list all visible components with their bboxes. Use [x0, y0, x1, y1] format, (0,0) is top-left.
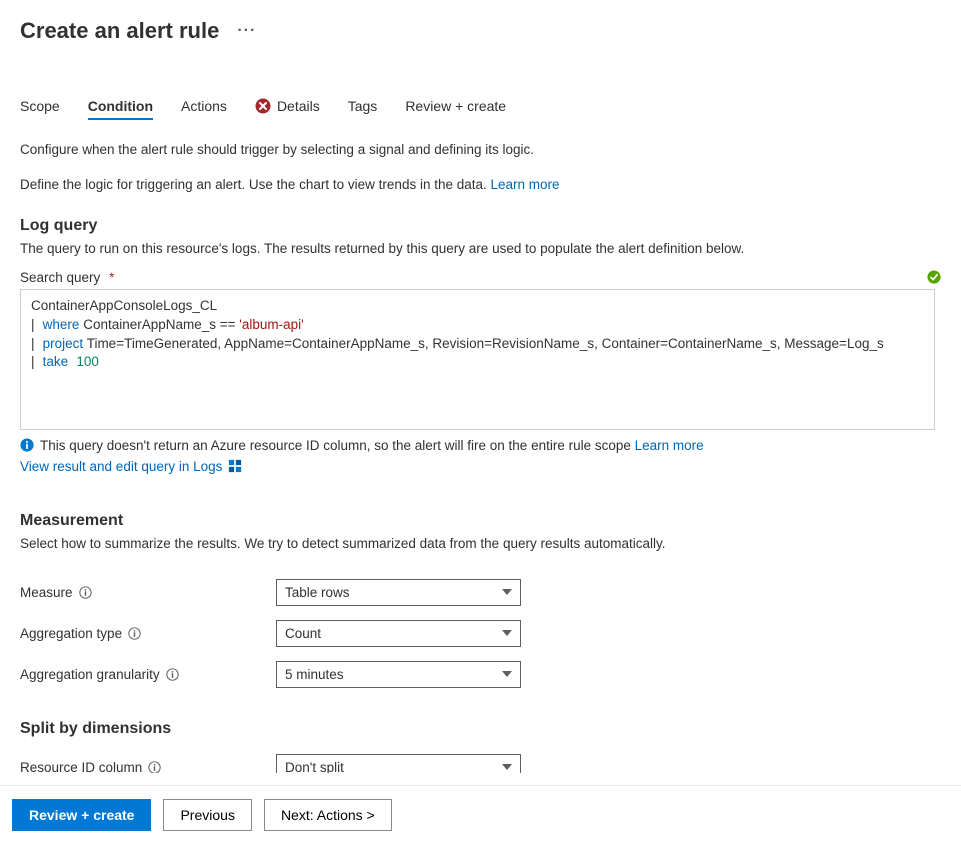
tab-actions[interactable]: Actions [181, 98, 227, 119]
info-icon[interactable] [148, 761, 161, 774]
tab-condition[interactable]: Condition [88, 98, 153, 119]
tab-scope[interactable]: Scope [20, 98, 60, 119]
info-icon [20, 438, 34, 452]
more-actions-icon[interactable]: ··· [237, 22, 256, 40]
logquery-heading: Log query [20, 217, 941, 235]
tab-details-label: Details [277, 98, 320, 114]
search-query-editor[interactable]: ContainerAppConsoleLogs_CL | where Conta… [20, 289, 935, 430]
previous-button[interactable]: Previous [163, 799, 251, 831]
search-query-label: Search query [20, 270, 100, 285]
aggregation-granularity-label: Aggregation granularity [20, 667, 160, 682]
tab-bar: Scope Condition Actions Details Tags Rev… [20, 98, 941, 119]
logs-icon [228, 459, 242, 473]
measure-label: Measure [20, 585, 73, 600]
required-indicator: * [109, 270, 114, 285]
info-icon[interactable] [128, 627, 141, 640]
measure-select[interactable]: Table rows [276, 579, 521, 606]
aggregation-type-select[interactable]: Count [276, 620, 521, 647]
measurement-heading: Measurement [20, 512, 941, 530]
info-icon[interactable] [79, 586, 92, 599]
next-actions-button[interactable]: Next: Actions > [264, 799, 392, 831]
resource-id-label: Resource ID column [20, 760, 142, 775]
tab-details[interactable]: Details [255, 98, 320, 119]
query-info-link[interactable]: Learn more [635, 438, 704, 453]
query-info-text: This query doesn't return an Azure resou… [40, 438, 635, 453]
condition-intro: Configure when the alert rule should tri… [20, 141, 941, 160]
view-in-logs-link[interactable]: View result and edit query in Logs [20, 459, 222, 474]
tab-tags[interactable]: Tags [348, 98, 378, 119]
logquery-sub: The query to run on this resource's logs… [20, 241, 941, 256]
page-title: Create an alert rule [20, 18, 219, 44]
footer-bar: Review + create Previous Next: Actions > [0, 785, 961, 843]
split-heading: Split by dimensions [20, 720, 941, 738]
success-icon [927, 270, 941, 284]
info-icon[interactable] [166, 668, 179, 681]
review-create-button[interactable]: Review + create [12, 799, 151, 831]
aggregation-granularity-select[interactable]: 5 minutes [276, 661, 521, 688]
measurement-sub: Select how to summarize the results. We … [20, 536, 941, 551]
learn-more-link[interactable]: Learn more [491, 177, 560, 192]
tab-review[interactable]: Review + create [405, 98, 506, 119]
aggregation-type-label: Aggregation type [20, 626, 122, 641]
condition-define: Define the logic for triggering an alert… [20, 176, 941, 195]
error-icon [255, 98, 271, 114]
resource-id-select[interactable]: Don't split [276, 754, 521, 781]
